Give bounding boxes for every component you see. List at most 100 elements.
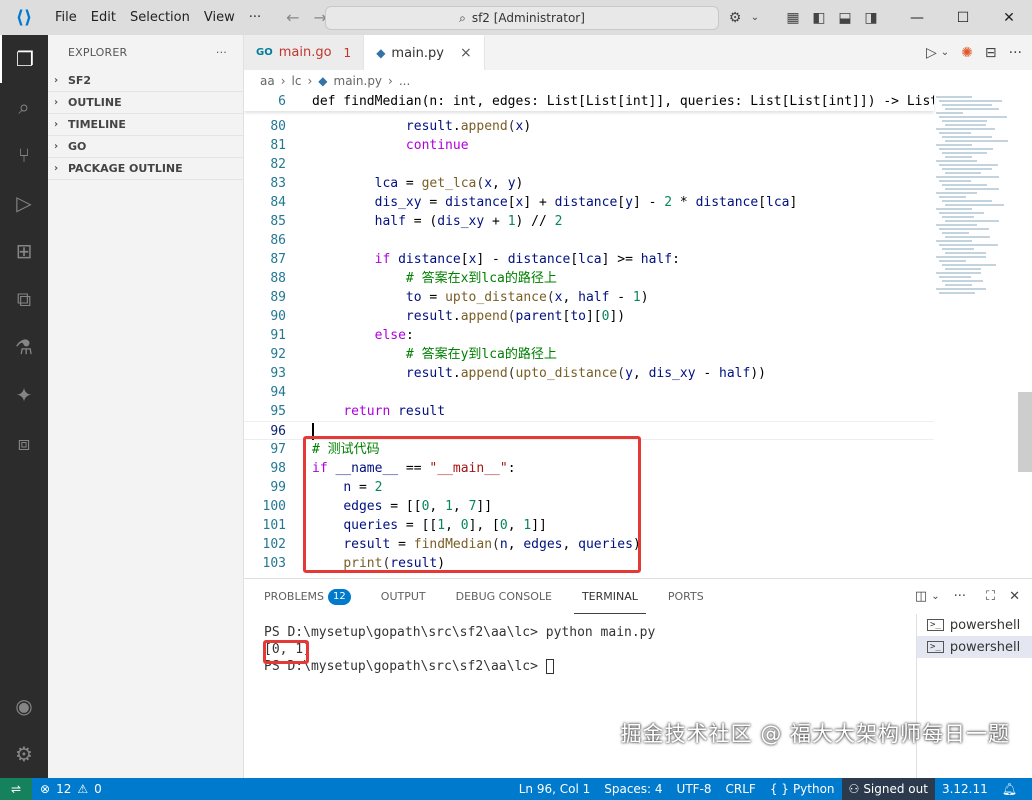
docker-icon[interactable]: ⧈: [0, 419, 48, 467]
search-view-icon[interactable]: ⌕: [0, 83, 48, 131]
gitlens-icon[interactable]: ✦: [0, 371, 48, 419]
sidebar-more-button[interactable]: ···: [216, 46, 227, 59]
explorer-icon[interactable]: ❐: [0, 35, 48, 83]
tab-debug-console[interactable]: DEBUG CONSOLE: [448, 579, 560, 614]
code-line[interactable]: 80 result.append(x): [244, 117, 934, 136]
menu-edit[interactable]: Edit: [84, 0, 123, 35]
section-go[interactable]: › GO: [48, 136, 243, 158]
menu-more-button[interactable]: ···: [242, 0, 268, 35]
code-line[interactable]: 95 return result: [244, 402, 934, 421]
code-line[interactable]: 83 lca = get_lca(x, y): [244, 174, 934, 193]
python-version[interactable]: 3.12.11: [935, 778, 995, 800]
cursor-position[interactable]: Ln 96, Col 1: [512, 778, 598, 800]
error-count: 12: [56, 782, 72, 796]
testing-icon[interactable]: ⚗: [0, 323, 48, 371]
minimap[interactable]: [932, 92, 1018, 578]
minimize-icon[interactable]: —: [894, 10, 940, 26]
breadcrumb-item[interactable]: ...: [399, 74, 410, 88]
terminal-item[interactable]: >_ powershell: [917, 614, 1032, 636]
code-line[interactable]: 87 if distance[x] - distance[lca] >= hal…: [244, 250, 934, 269]
code-line[interactable]: 92 # 答案在y到lca的路径上: [244, 345, 934, 364]
warning-count: 0: [94, 782, 102, 796]
code-line[interactable]: 82: [244, 155, 934, 174]
split-terminal-icon[interactable]: ◫: [915, 589, 927, 604]
gear-icon[interactable]: ⚙: [0, 730, 48, 778]
code-line[interactable]: 86: [244, 231, 934, 250]
indentation[interactable]: Spaces: 4: [597, 778, 669, 800]
close-panel-icon[interactable]: ✕: [1009, 589, 1020, 604]
tab-main-go[interactable]: GO main.go 1: [244, 35, 365, 70]
sticky-scroll-line[interactable]: 6 def findMedian(n: int, edges: List[List…: [244, 92, 934, 111]
notification-bell-icon[interactable]: 🔔︎: [995, 778, 1024, 800]
tab-problems[interactable]: PROBLEMS 12: [256, 579, 359, 614]
account-icon[interactable]: ◉: [0, 682, 48, 730]
copilot-spark-icon[interactable]: ✺: [961, 45, 973, 61]
tab-output[interactable]: OUTPUT: [373, 579, 434, 614]
section-timeline[interactable]: › TIMELINE: [48, 114, 243, 136]
more-actions-icon[interactable]: ···: [1009, 45, 1022, 61]
code-line[interactable]: 81 continue: [244, 136, 934, 155]
line-number: 96: [270, 424, 286, 439]
code-editor[interactable]: 6 def findMedian(n: int, edges: List[List…: [244, 92, 1032, 578]
signed-out-status[interactable]: ⚇ Signed out: [841, 778, 935, 800]
code-line[interactable]: 88 # 答案在x到lca的路径上: [244, 269, 934, 288]
code-line[interactable]: 93 result.append(upto_distance(y, dis_xy…: [244, 364, 934, 383]
toggle-panel-icon[interactable]: ⬓: [832, 10, 858, 26]
minimap-line: [936, 208, 972, 210]
remote-explorer-icon[interactable]: ⧉: [0, 275, 48, 323]
section-sf2[interactable]: › SF2: [48, 70, 243, 92]
code-text: # 答案在x到lca的路径上: [405, 271, 557, 286]
code-line[interactable]: 90 result.append(parent[to][0]): [244, 307, 934, 326]
copilot-icon[interactable]: ⚙: [722, 10, 748, 26]
problems-status[interactable]: ⊗ 12 ⚠ 0: [40, 782, 102, 796]
code-line[interactable]: 94: [244, 383, 934, 402]
tab-label: main.go: [278, 45, 332, 60]
source-control-icon[interactable]: ⑂: [0, 131, 48, 179]
section-outline[interactable]: › OUTLINE: [48, 92, 243, 114]
sidebar-title: EXPLORER: [68, 46, 128, 59]
code-text: # 答案在y到lca的路径上: [405, 347, 557, 362]
section-package-outline[interactable]: › PACKAGE OUTLINE: [48, 158, 243, 180]
close-window-icon[interactable]: ✕: [986, 10, 1032, 26]
terminal-output[interactable]: PS D:\mysetup\gopath\src\sf2\aa\lc> pyth…: [264, 624, 904, 675]
line-number: 97: [270, 442, 286, 457]
toggle-sidebar-icon[interactable]: ◧: [806, 10, 832, 26]
tab-main-py[interactable]: ◆ main.py ×: [364, 35, 485, 70]
editor-scrollbar[interactable]: [1018, 392, 1032, 472]
chevron-down-icon[interactable]: ⌄: [748, 12, 762, 23]
command-center[interactable]: ⌕ sf2 [Administrator]: [325, 6, 719, 30]
run-debug-icon[interactable]: ▷: [0, 179, 48, 227]
minimap-line: [939, 180, 971, 182]
chevron-down-icon[interactable]: ⌄: [931, 591, 939, 602]
run-icon[interactable]: ▷: [926, 45, 937, 61]
terminal-item[interactable]: >_ powershell: [917, 636, 1032, 658]
line-number: 86: [270, 233, 286, 248]
maximize-panel-icon[interactable]: ⛶: [986, 589, 995, 604]
breadcrumb-item[interactable]: aa: [260, 74, 275, 88]
encoding[interactable]: UTF-8: [670, 778, 719, 800]
menu-file[interactable]: File: [48, 0, 84, 35]
code-line[interactable]: 84 dis_xy = distance[x] + distance[y] - …: [244, 193, 934, 212]
code-line[interactable]: 85 half = (dis_xy + 1) // 2: [244, 212, 934, 231]
toggle-secondary-sidebar-icon[interactable]: ◨: [858, 10, 884, 26]
menu-view[interactable]: View: [197, 0, 242, 35]
tab-ports[interactable]: PORTS: [660, 579, 712, 614]
split-editor-icon[interactable]: ⊟: [985, 45, 997, 61]
breadcrumb-item[interactable]: lc: [292, 74, 302, 88]
customize-layout-icon[interactable]: ▦: [780, 10, 806, 26]
remote-icon[interactable]: ⇌: [0, 778, 32, 800]
extensions-icon[interactable]: ⊞: [0, 227, 48, 275]
more-actions-icon[interactable]: ···: [954, 589, 966, 604]
close-icon[interactable]: ×: [460, 45, 472, 61]
menu-selection[interactable]: Selection: [123, 0, 197, 35]
tab-terminal[interactable]: TERMINAL: [573, 579, 646, 614]
chevron-right-icon: ›: [54, 141, 59, 152]
end-of-line[interactable]: CRLF: [719, 778, 763, 800]
breadcrumb-item[interactable]: main.py: [334, 74, 383, 88]
code-line[interactable]: 89 to = upto_distance(x, half - 1): [244, 288, 934, 307]
back-arrow-icon[interactable]: ←: [286, 8, 299, 27]
language-mode[interactable]: { } Python: [763, 778, 842, 800]
code-line[interactable]: 91 else:: [244, 326, 934, 345]
maximize-icon[interactable]: ☐: [940, 10, 986, 26]
chevron-down-icon[interactable]: ⌄: [941, 47, 949, 58]
